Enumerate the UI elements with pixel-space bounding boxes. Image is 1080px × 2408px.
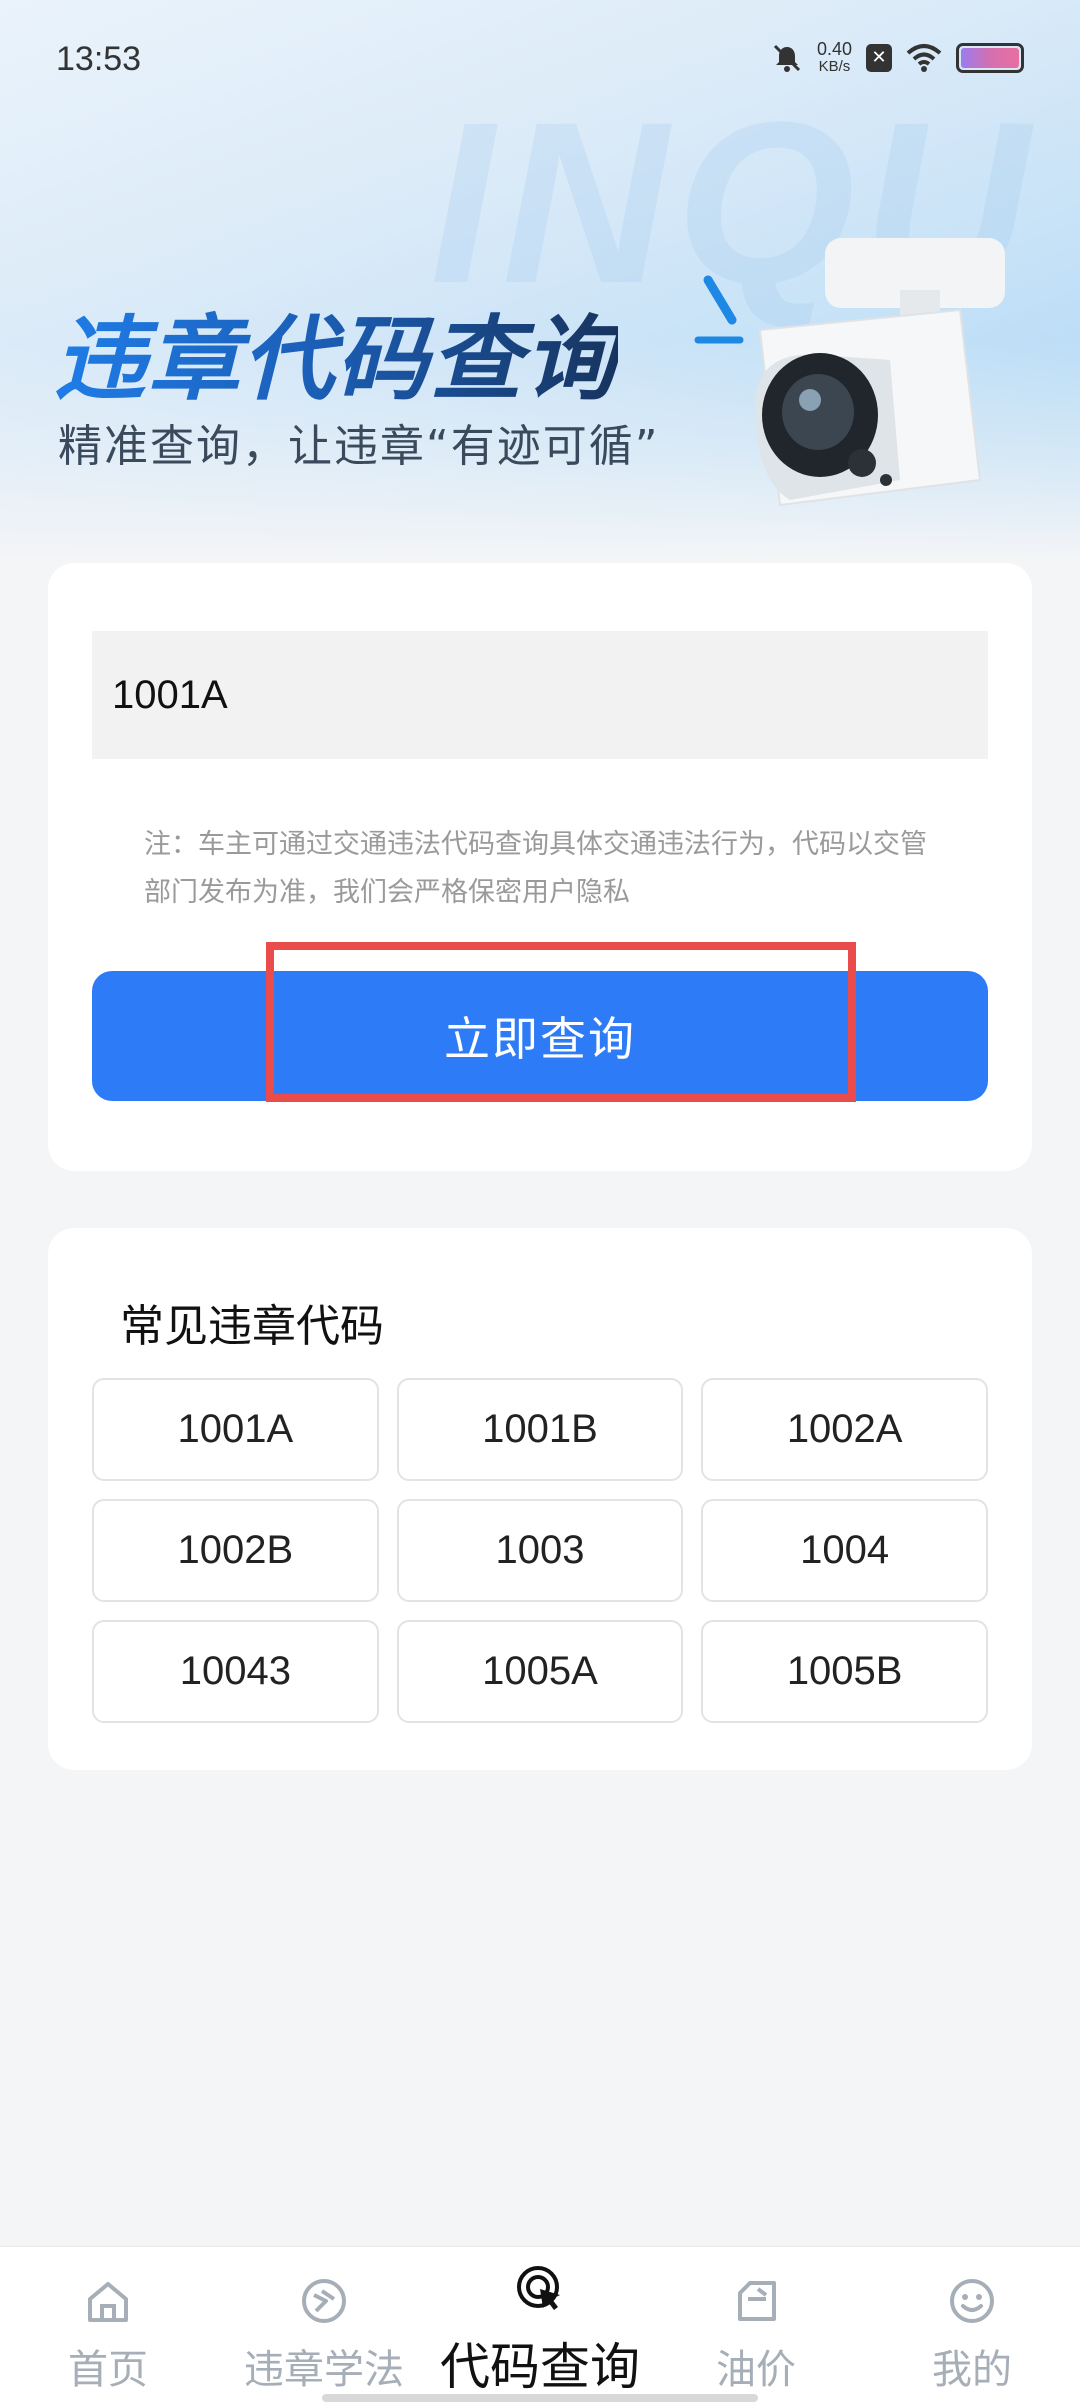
- tab-home[interactable]: 首页: [0, 2247, 216, 2408]
- code-chip[interactable]: 1002B: [92, 1499, 379, 1602]
- tab-label: 首页: [68, 2347, 148, 2393]
- code-chip[interactable]: 1001B: [396, 1378, 684, 1481]
- tab-code-query[interactable]: 代码查询: [432, 2247, 648, 2408]
- status-time: 13:53: [56, 40, 142, 78]
- tab-label: 违章学法: [244, 2347, 404, 2393]
- security-camera-illustration: [694, 238, 1005, 507]
- tab-fuel-price[interactable]: 油价: [648, 2247, 864, 2408]
- page-title: 违章代码查询: [54, 285, 618, 418]
- tab-label: 油价: [716, 2347, 796, 2393]
- wifi-icon: [906, 44, 942, 72]
- tab-learn[interactable]: 违章学法: [216, 2247, 432, 2408]
- code-search-input[interactable]: [92, 631, 988, 759]
- tab-label: 我的: [932, 2347, 1012, 2393]
- common-codes-title: 常见违章代码: [120, 1301, 384, 1352]
- status-icons: 0.40 KB/s ✕: [771, 40, 1024, 76]
- code-chip[interactable]: 1005A: [396, 1620, 684, 1723]
- code-chip[interactable]: 1002A: [701, 1378, 988, 1481]
- privacy-note: 注：车主可通过交通违法代码查询具体交通违法行为，代码以交管部门发布为准，我们会严…: [144, 829, 927, 908]
- common-codes-card: 常见违章代码 1001A 1001B 1002A 1002B 1003 1004…: [48, 1228, 1032, 1770]
- page-subtitle: 精准查询，让违章“有迹可循”: [58, 421, 660, 472]
- status-bar: 13:53 0.40 KB/s ✕: [0, 0, 1080, 120]
- net-speed-unit: KB/s: [818, 58, 851, 75]
- learn-icon: [302, 2279, 346, 2323]
- battery-level: [961, 48, 1019, 68]
- fuel-icon: [738, 2281, 776, 2321]
- net-speed-value: 0.40: [816, 39, 852, 59]
- query-now-button[interactable]: 立即查询: [92, 971, 988, 1101]
- home-indicator[interactable]: [322, 2394, 758, 2402]
- smile-icon: [950, 2279, 994, 2323]
- battery-icon: [956, 43, 1024, 73]
- tab-mine[interactable]: 我的: [864, 2247, 1080, 2408]
- tab-label: 代码查询: [440, 2338, 640, 2396]
- code-chip[interactable]: 1001A: [92, 1378, 379, 1481]
- mute-icon: [773, 44, 801, 72]
- code-chip[interactable]: 1003: [396, 1499, 684, 1602]
- codes-grid: 1001A 1001B 1002A 1002B 1003 1004 10043 …: [92, 1378, 988, 1723]
- home-icon: [88, 2282, 128, 2322]
- code-chip[interactable]: 10043: [92, 1620, 379, 1723]
- code-chip[interactable]: 1005B: [701, 1620, 988, 1723]
- target-search-icon: [517, 2266, 560, 2310]
- search-card: 注：车主可通过交通违法代码查询具体交通违法行为，代码以交管部门发布为准，我们会严…: [48, 563, 1032, 1171]
- close-box-icon: ✕: [866, 44, 892, 72]
- code-chip[interactable]: 1004: [701, 1499, 988, 1602]
- bottom-tab-bar: 首页 违章学法 代码查询 油价 我的: [0, 2246, 1080, 2408]
- net-speed: 0.40 KB/s: [817, 40, 852, 76]
